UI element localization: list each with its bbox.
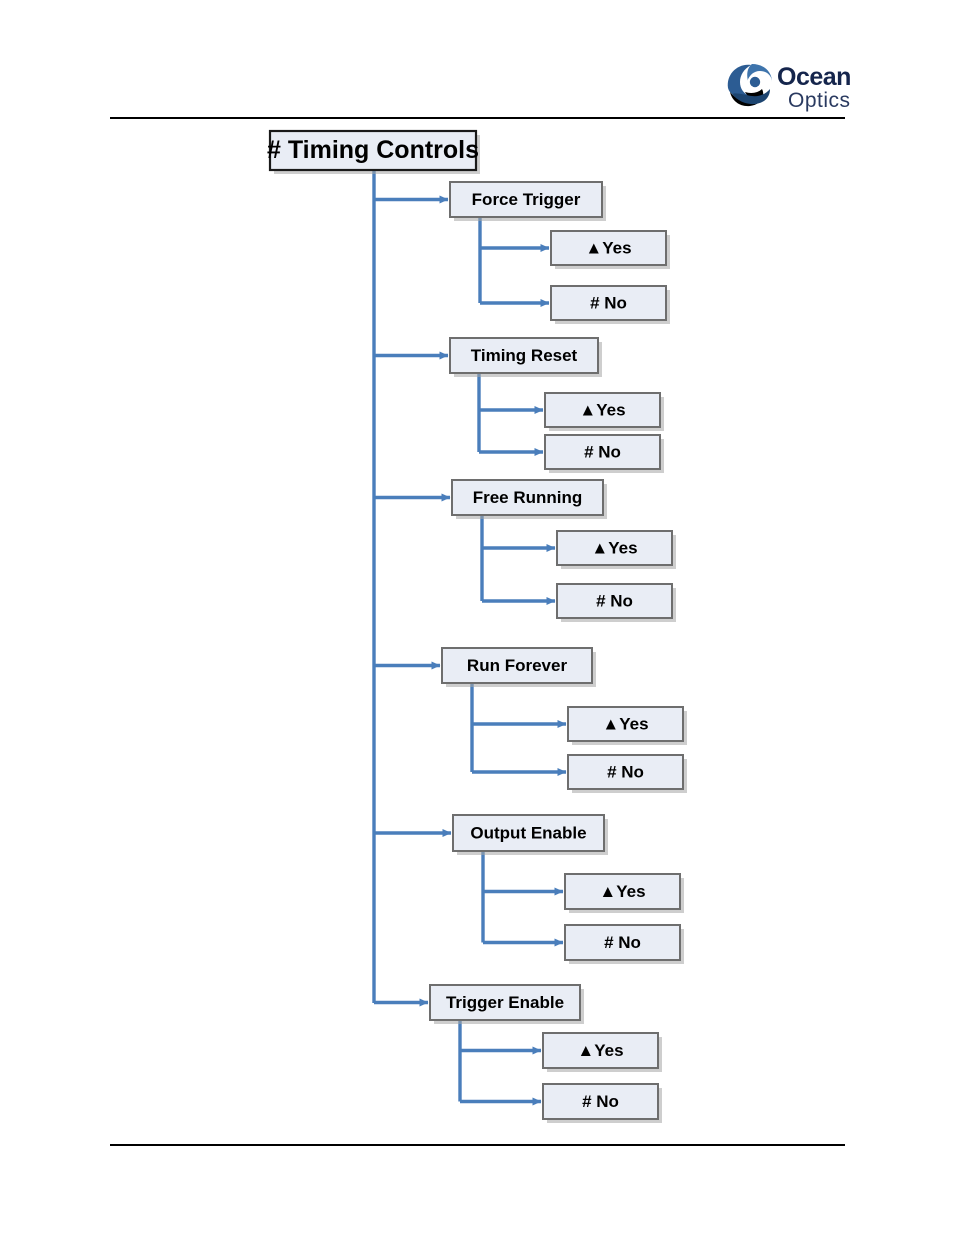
connector-layer [372,170,567,1106]
node-free-running-yes-label: ▲Yes [591,538,637,557]
node-timing-reset-label: Timing Reset [471,346,578,365]
node-force-trigger-label: Force Trigger [472,190,581,209]
node-force-trigger-yes-label: ▲Yes [585,238,631,257]
page-canvas: Ocean Optics ▲Yes # No Force Trigger ▲Yes # … [0,0,954,1235]
node-timing-reset-yes-label: ▲Yes [579,400,625,419]
node-trigger-enable-label: Trigger Enable [446,993,564,1012]
node-trigger-enable-no-label: # No [582,1092,619,1111]
node-trigger-enable-yes-label: ▲Yes [577,1041,623,1060]
node-layer: ▲Yes # No Force Trigger ▲Yes # No Timing Rese… [267,129,687,1123]
node-run-forever-yes-label: ▲Yes [602,714,648,733]
node-free-running-no-label: # No [596,591,633,610]
timing-controls-flowchart: ▲Yes # No Force Trigger ▲Yes # No Timing Rese… [267,129,687,1123]
node-output-enable-no-label: # No [604,933,641,952]
node-run-forever-no-label: # No [607,762,644,781]
node-force-trigger-no-label: # No [590,293,627,312]
node-output-enable-label: Output Enable [470,823,586,842]
node-output-enable-yes-label: ▲Yes [599,882,645,901]
node-run-forever-label: Run Forever [467,656,568,675]
node-root-timing-controls-label: # Timing Controls [267,136,479,164]
node-free-running-label: Free Running [473,488,583,507]
node-timing-reset-no-label: # No [584,442,621,461]
